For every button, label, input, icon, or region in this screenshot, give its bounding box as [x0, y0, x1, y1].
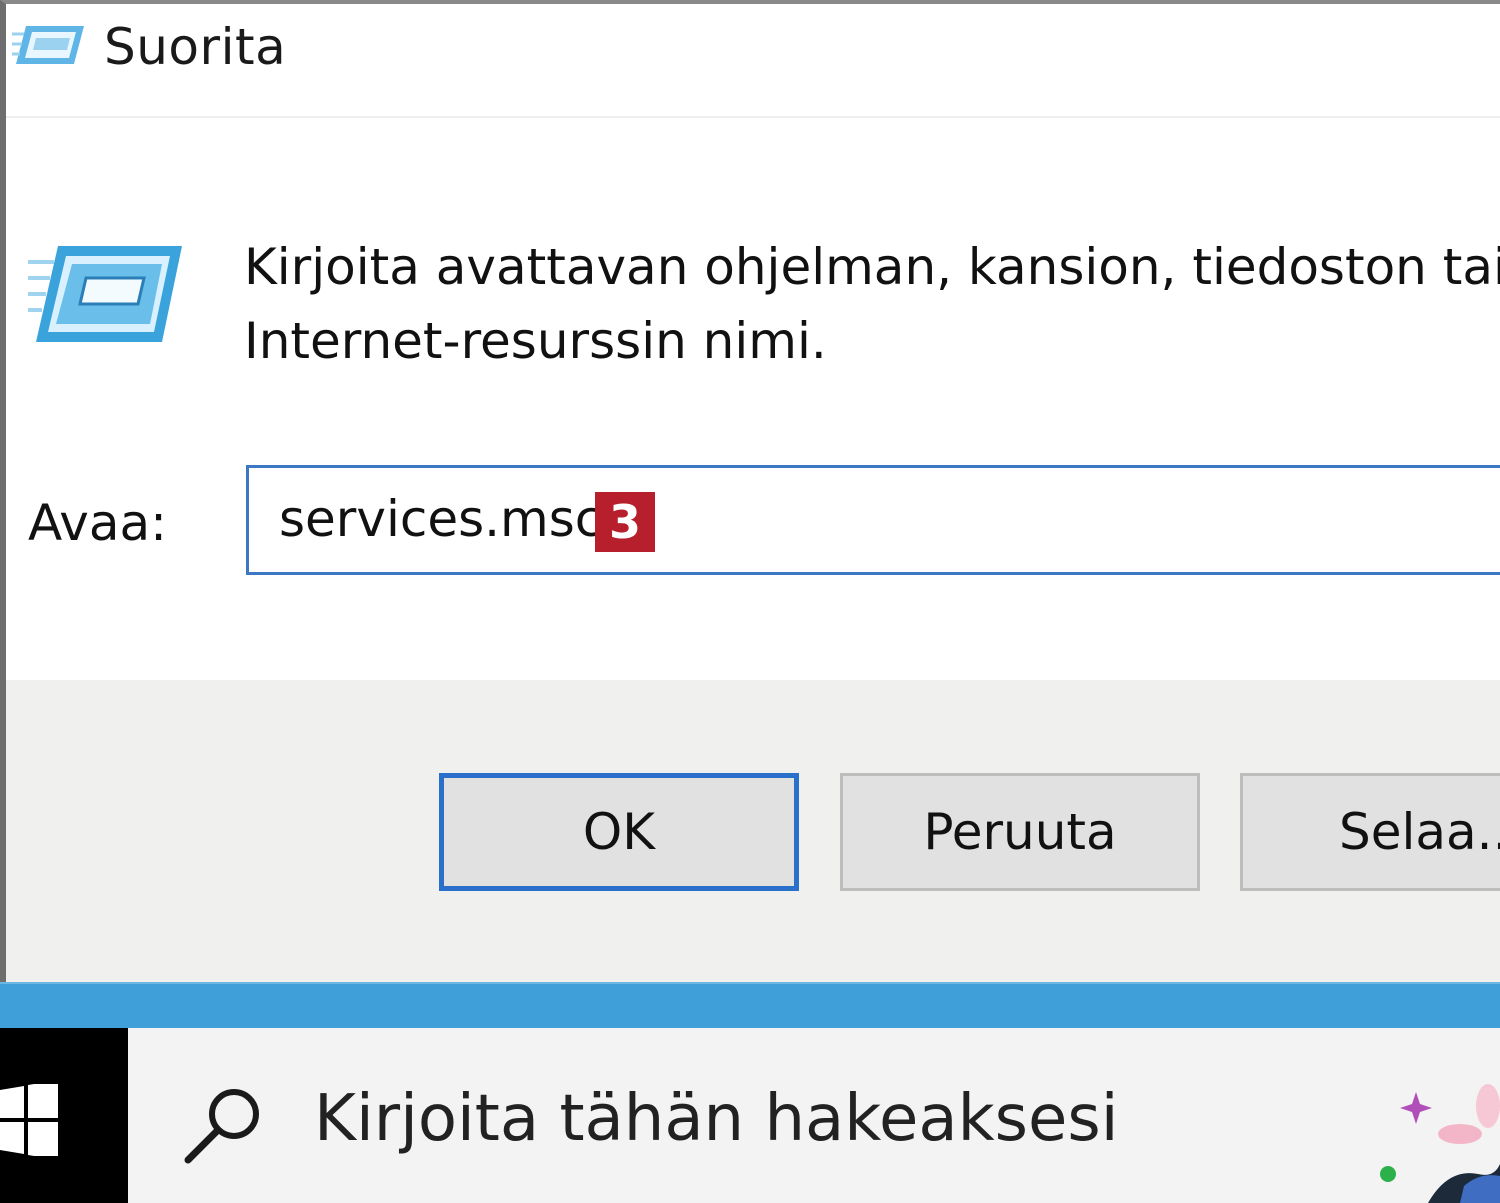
title-bar[interactable]: Suorita [6, 4, 1500, 118]
open-input[interactable]: services.msc 3 [246, 465, 1500, 575]
run-large-icon [28, 246, 182, 342]
search-highlight-icon[interactable] [1368, 1056, 1500, 1203]
ok-button-label: OK [582, 803, 656, 861]
accent-strip [0, 982, 1500, 1028]
prompt-line-2: Internet-resurssin nimi. [244, 312, 827, 370]
run-app-icon [12, 26, 84, 64]
browse-button-label: Selaa... [1339, 803, 1500, 861]
dialog-title: Suorita [104, 18, 287, 76]
search-icon [184, 1089, 259, 1164]
search-placeholder: Kirjoita tähän hakeaksesi [314, 1082, 1119, 1156]
run-dialog: Suorita Kirjoita avattavan ohjelman, kan… [0, 0, 1500, 986]
screen: Suorita Kirjoita avattavan ohjelman, kan… [0, 0, 1500, 1203]
open-input-value: services.msc [279, 490, 603, 548]
start-button[interactable] [0, 1028, 128, 1203]
taskbar: Kirjoita tähän hakeaksesi [0, 1028, 1500, 1203]
ok-button[interactable]: OK [439, 773, 799, 891]
dialog-prompt: Kirjoita avattavan ohjelman, kansion, ti… [244, 230, 1500, 378]
open-label: Avaa: [28, 494, 167, 552]
windows-logo-icon [0, 1084, 58, 1156]
cancel-button[interactable]: Peruuta [840, 773, 1200, 891]
button-bar: OK Peruuta Selaa... [6, 680, 1500, 986]
prompt-line-1: Kirjoita avattavan ohjelman, kansion, ti… [244, 238, 1500, 296]
taskbar-search-box[interactable]: Kirjoita tähän hakeaksesi [128, 1028, 1378, 1203]
cancel-button-label: Peruuta [923, 803, 1117, 861]
step-badge: 3 [595, 492, 655, 552]
browse-button[interactable]: Selaa... [1240, 773, 1500, 891]
